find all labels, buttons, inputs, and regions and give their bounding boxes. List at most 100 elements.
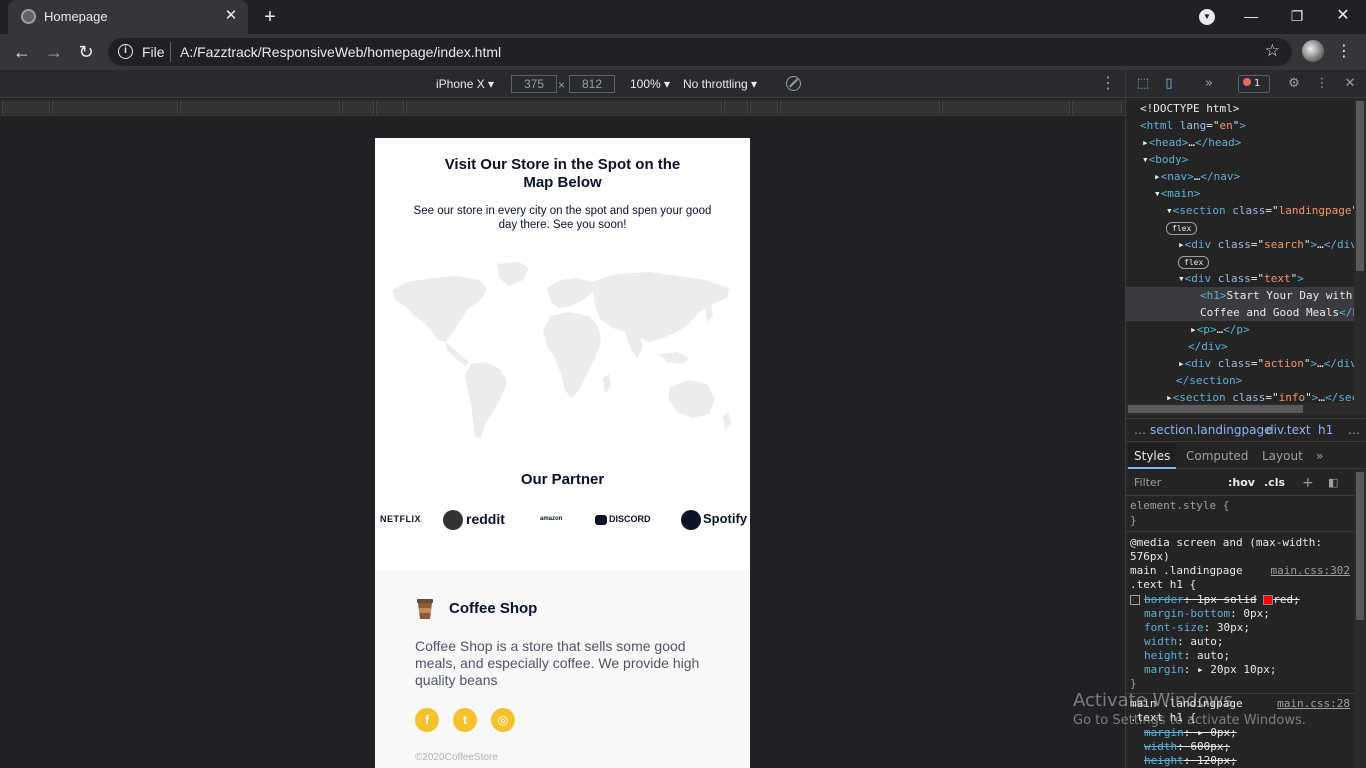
settings-gear-icon[interactable]: ⚙	[1285, 75, 1303, 93]
dom-node-line[interactable]: Coffee and Good Meals</h1>	[1126, 304, 1354, 321]
dom-node-line[interactable]: ▸<p>…</p>	[1126, 321, 1354, 338]
bookmark-star-icon[interactable]: ☆	[1265, 41, 1280, 61]
device-width-input[interactable]: 375	[511, 75, 557, 93]
media-query-ruler	[0, 99, 1125, 116]
rotate-icon[interactable]	[786, 76, 801, 91]
twitter-icon[interactable]: t	[453, 708, 477, 732]
omnibox-divider	[170, 42, 171, 62]
dom-node-line[interactable]: ▸<nav>…</nav>	[1126, 168, 1354, 185]
device-toolbar-menu-icon[interactable]: ⋮	[1100, 73, 1116, 93]
windows-activation-watermark: Activate Windows Go to Settings to activ…	[1073, 690, 1306, 728]
css-declaration-margin-old[interactable]: margin: ▸ 0px;	[1144, 726, 1354, 740]
media-query-cont: 576px)	[1130, 550, 1170, 563]
dom-node-line[interactable]: <!DOCTYPE html>	[1126, 100, 1354, 117]
throttling-select[interactable]: No throttling ▾	[683, 77, 757, 91]
dom-node-line[interactable]: flex	[1126, 219, 1354, 236]
add-rule-icon[interactable]: +	[1302, 470, 1314, 496]
css-declaration-margin[interactable]: margin: ▸ 20px 10px;	[1144, 663, 1354, 677]
address-bar[interactable]: i File A:/Fazztrack/ResponsiveWeb/homepa…	[108, 38, 1292, 66]
device-toolbar: iPhone X ▾ 375 × 812 100% ▾ No throttlin…	[0, 70, 1125, 98]
tab-more[interactable]: »	[1316, 443, 1323, 469]
spotify-icon	[681, 509, 701, 530]
toggle-sidebar-icon[interactable]: ◧	[1328, 470, 1338, 496]
page-footer: Coffee Shop Coffee Shop is a store that …	[375, 570, 750, 768]
dom-node-line[interactable]: </section>	[1126, 372, 1354, 389]
profile-dropdown-icon[interactable]: ▼	[1199, 9, 1215, 25]
forward-arrow-icon[interactable]: →	[42, 40, 66, 64]
breadcrumb-div[interactable]: div.text	[1266, 419, 1311, 441]
dom-node-line[interactable]: ▸<div class="action">…</div>	[1126, 355, 1354, 372]
watermark-title: Activate Windows	[1073, 690, 1233, 711]
maximize-button[interactable]: ❐	[1282, 3, 1312, 29]
css-declaration-width-old[interactable]: width: 600px;	[1144, 740, 1354, 754]
inspect-element-icon[interactable]: ⬚	[1134, 75, 1152, 93]
url-text[interactable]: A:/Fazztrack/ResponsiveWeb/homepage/inde…	[180, 44, 501, 60]
map-section-title: Visit Our Store in the Spot on the Map B…	[444, 156, 681, 191]
more-tabs-icon[interactable]: »	[1200, 75, 1218, 93]
reload-icon[interactable]: ↻	[74, 40, 98, 64]
facebook-icon[interactable]: f	[415, 708, 439, 732]
rule-source-link[interactable]: main.css:302	[1271, 564, 1350, 578]
dom-node-line[interactable]: ▾<body>	[1126, 151, 1354, 168]
discord-icon	[595, 514, 607, 525]
instagram-icon[interactable]: ◎	[491, 708, 515, 732]
error-icon	[1243, 78, 1251, 86]
dom-node-line[interactable]: <h1>Start Your Day with	[1126, 287, 1354, 304]
breadcrumb-section[interactable]: section.landingpage	[1150, 419, 1271, 441]
profile-avatar[interactable]	[1302, 40, 1324, 62]
device-toggle-icon[interactable]: ▯	[1160, 75, 1178, 93]
tab-close-icon[interactable]: ✕	[222, 7, 240, 25]
dom-node-line[interactable]: flex	[1126, 253, 1354, 270]
dom-node-line[interactable]: ▾<main>	[1126, 185, 1354, 202]
dom-node-line[interactable]: ▸<div class="search">…</div>	[1126, 236, 1354, 253]
hov-toggle[interactable]: :hov	[1228, 470, 1255, 496]
breadcrumb: … section.landingpage div.text h1 …	[1126, 418, 1366, 442]
elements-scrollbar[interactable]	[1354, 99, 1366, 403]
breadcrumb-h1[interactable]: h1	[1318, 419, 1333, 441]
cls-toggle[interactable]: .cls	[1264, 470, 1285, 496]
reddit-alien-icon	[443, 510, 463, 531]
dimension-separator: ×	[558, 78, 566, 92]
dom-node-line[interactable]: <html lang="en">	[1126, 117, 1354, 134]
tab-styles[interactable]: Styles	[1128, 443, 1177, 469]
tab-layout[interactable]: Layout	[1262, 443, 1303, 469]
footer-about: Coffee Shop is a store that sells some g…	[415, 638, 700, 688]
discord-logo: DISCORD	[595, 506, 651, 532]
styles-filter-input[interactable]: Filter	[1134, 470, 1161, 496]
css-declaration-height-old[interactable]: height: 120px;	[1144, 754, 1354, 768]
zoom-select[interactable]: 100% ▾	[630, 77, 670, 91]
error-counter[interactable]: 1	[1238, 75, 1270, 93]
styles-subtabs: Styles Computed Layout »	[1126, 443, 1366, 469]
breadcrumb-more[interactable]: …	[1134, 419, 1146, 441]
watermark-subtitle: Go to Settings to activate Windows.	[1073, 713, 1306, 728]
device-height-input[interactable]: 812	[569, 75, 615, 93]
declaration-checkbox[interactable]	[1130, 595, 1140, 605]
css-declaration-border[interactable]: border: 1px solid red;	[1130, 593, 1354, 607]
back-arrow-icon[interactable]: ←	[10, 40, 34, 64]
tab-title: Homepage	[44, 9, 108, 24]
dom-node-line[interactable]: ▾<div class="text">	[1126, 270, 1354, 287]
css-declaration-height[interactable]: height: auto;	[1144, 649, 1354, 663]
device-select[interactable]: iPhone X ▾	[436, 77, 494, 91]
devtools-panel: ⬚ ▯ » 1 ⚙ ⋮ ✕ <!DOCTYPE html> <html lang=…	[1125, 70, 1366, 768]
elements-tree[interactable]: <!DOCTYPE html> <html lang="en"> ▸<head>…<…	[1126, 99, 1354, 404]
css-declaration-margin-bottom[interactable]: margin-bottom: 0px;	[1144, 607, 1354, 621]
devtools-close-icon[interactable]: ✕	[1341, 75, 1359, 93]
css-declaration-width[interactable]: width: auto;	[1144, 635, 1354, 649]
new-tab-button[interactable]: +	[258, 4, 282, 30]
dom-node-line[interactable]: ▸<head>…</head>	[1126, 134, 1354, 151]
css-declaration-font-size[interactable]: font-size: 30px;	[1144, 621, 1354, 635]
close-window-button[interactable]: ✕	[1328, 3, 1358, 29]
dom-node-line[interactable]: ▾<section class="landingpage">	[1126, 202, 1354, 219]
dom-node-line[interactable]: </div>	[1126, 338, 1354, 355]
minimize-button[interactable]: —	[1236, 3, 1266, 29]
styles-scrollbar[interactable]	[1354, 470, 1366, 768]
browser-menu-icon[interactable]: ⋮	[1336, 40, 1352, 64]
info-icon[interactable]: i	[118, 44, 133, 59]
tab-computed[interactable]: Computed	[1186, 443, 1248, 469]
breadcrumb-more-end[interactable]: …	[1348, 419, 1360, 441]
devtools-menu-icon[interactable]: ⋮	[1313, 75, 1331, 93]
elements-scrollbar-horizontal[interactable]	[1126, 403, 1366, 415]
color-swatch[interactable]	[1263, 595, 1274, 605]
browser-tab[interactable]: Homepage ✕	[8, 0, 248, 34]
